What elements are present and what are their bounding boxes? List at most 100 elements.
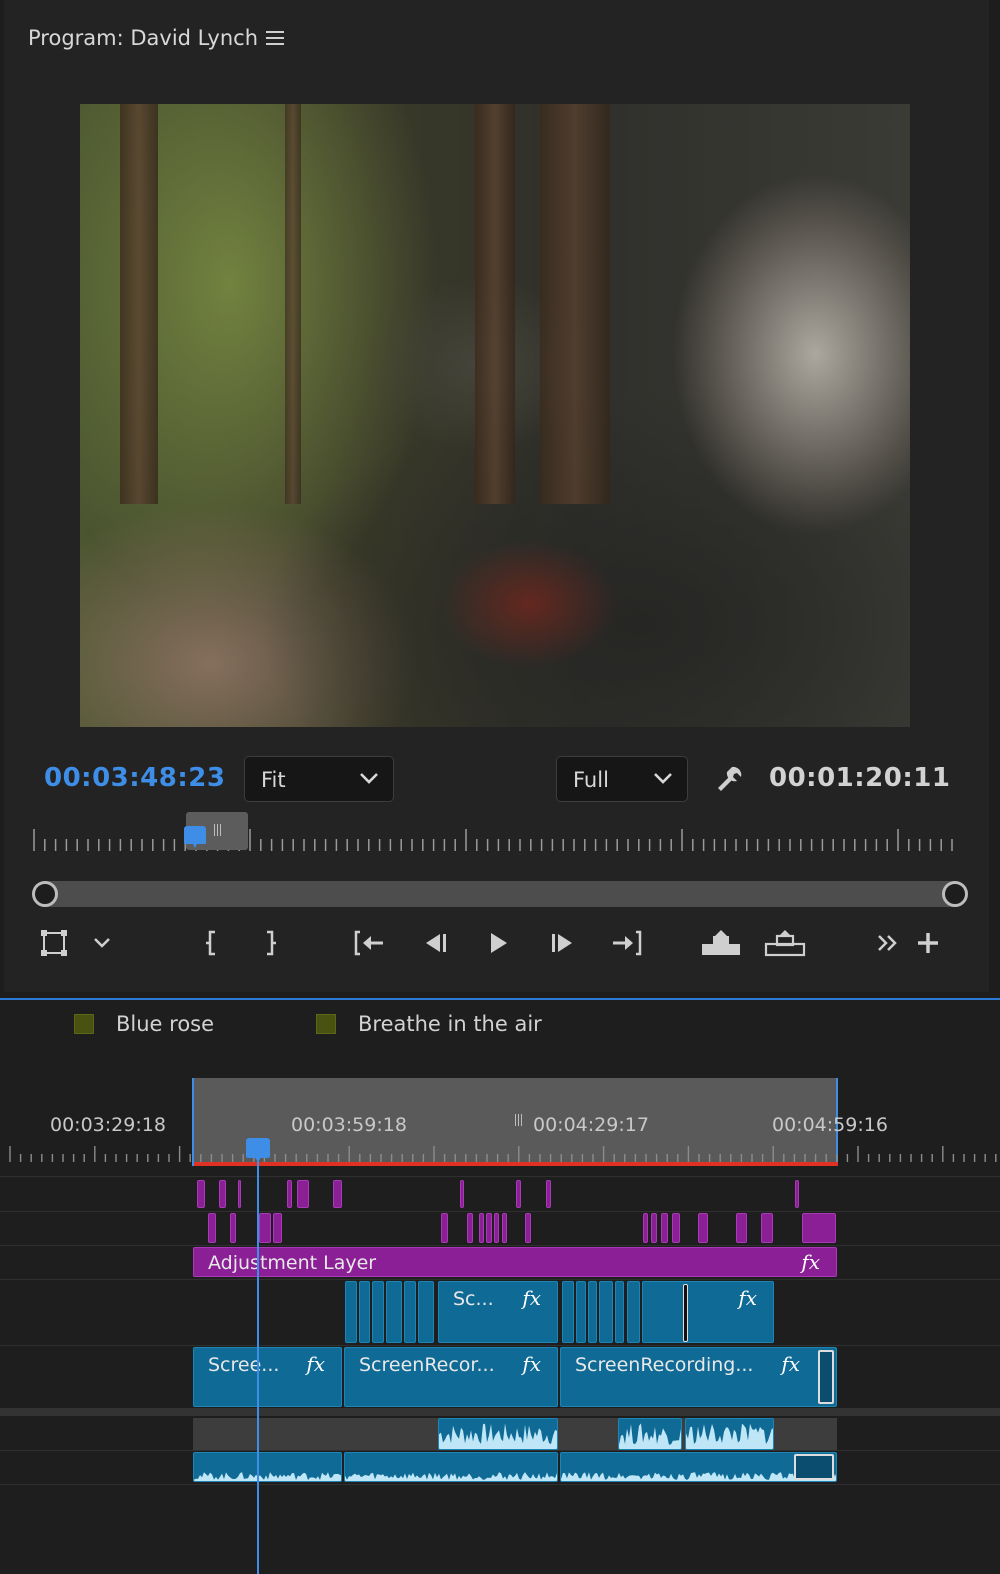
clip-screen-recording[interactable] — [576, 1281, 586, 1343]
clip-name: ScreenRecor... — [359, 1354, 495, 1376]
add-button-icon — [918, 933, 938, 953]
go-to-out-button[interactable] — [608, 926, 644, 960]
clip-screen-recording[interactable]: Scree... fx — [193, 1347, 342, 1407]
ruler-timecode-label: 00:04:59:16 — [772, 1114, 888, 1136]
clip-overlay[interactable] — [525, 1213, 531, 1243]
mark-out-button[interactable] — [252, 926, 288, 960]
clip-screen-recording[interactable] — [372, 1281, 384, 1343]
timeline-marker-breathe-in-the-air[interactable]: Breathe in the air — [316, 1012, 542, 1036]
clip-overlay[interactable] — [230, 1213, 236, 1243]
clip-overlay[interactable] — [460, 1180, 464, 1208]
audio-clip[interactable] — [685, 1418, 774, 1450]
button-settings-dropdown[interactable] — [84, 926, 120, 960]
clip-overlay[interactable] — [287, 1180, 292, 1208]
clip-adjustment-layer[interactable]: Adjustment Layer fx — [193, 1247, 837, 1277]
audio-clip[interactable] — [344, 1452, 558, 1482]
monitor-playhead[interactable] — [184, 826, 206, 848]
safe-margins-button[interactable] — [36, 926, 72, 960]
clip-screen-recording[interactable] — [345, 1281, 357, 1343]
clip-overlay[interactable] — [208, 1213, 216, 1243]
playback-resolution-dropdown[interactable]: Full — [556, 756, 688, 802]
clip-overlay[interactable] — [467, 1213, 473, 1243]
audio-clip[interactable] — [193, 1452, 342, 1482]
clip-overlay[interactable] — [486, 1213, 492, 1243]
mark-in-button[interactable] — [194, 926, 230, 960]
play-button[interactable] — [480, 926, 516, 960]
lift-button[interactable] — [700, 926, 742, 960]
wrench-icon[interactable] — [714, 764, 744, 794]
timeline-marker-blue-rose[interactable]: Blue rose — [74, 1012, 214, 1036]
clip-screen-recording[interactable] — [418, 1281, 434, 1343]
audio-transition[interactable] — [794, 1454, 834, 1480]
clip-overlay[interactable] — [238, 1180, 241, 1208]
clip-screen-recording[interactable]: Sc... fx — [438, 1281, 558, 1343]
fx-badge-icon: fx — [781, 1352, 800, 1376]
clip-overlay[interactable] — [273, 1213, 282, 1243]
monitor-time-ruler[interactable] — [30, 825, 960, 855]
clip-overlay[interactable] — [761, 1213, 773, 1243]
clip-overlay[interactable] — [651, 1213, 657, 1243]
clip-screen-recording[interactable] — [588, 1281, 597, 1343]
zoom-scrollbar-right-handle[interactable] — [942, 881, 968, 907]
extract-button[interactable] — [764, 926, 806, 960]
clip-overlay[interactable] — [197, 1180, 205, 1208]
clip-overlay[interactable] — [259, 1213, 271, 1243]
clip-screen-recording[interactable]: ScreenRecor... fx — [344, 1347, 558, 1407]
step-forward-icon — [552, 934, 572, 952]
clip-overlay[interactable] — [333, 1180, 342, 1208]
timeline-playhead[interactable] — [246, 1138, 270, 1162]
track-separator — [0, 1345, 1000, 1346]
monitor-zoom-scrollbar[interactable] — [34, 881, 964, 907]
clip-overlay[interactable] — [698, 1213, 708, 1243]
program-monitor-panel: Program: David Lynch 00:03:48:23 Fit Ful… — [4, 0, 989, 992]
fx-badge-icon: fx — [522, 1286, 541, 1310]
clip-screen-recording[interactable] — [599, 1281, 613, 1343]
clip-name: ScreenRecording... — [575, 1354, 754, 1376]
clip-overlay[interactable] — [802, 1213, 836, 1243]
audio-clip[interactable] — [560, 1452, 837, 1482]
clip-overlay[interactable] — [219, 1180, 226, 1208]
clip-overlay[interactable] — [643, 1213, 648, 1243]
clip-name: Sc... — [453, 1288, 494, 1310]
clip-screen-recording[interactable] — [562, 1281, 574, 1343]
clip-overlay[interactable] — [795, 1180, 799, 1208]
clip-overlay[interactable] — [736, 1213, 747, 1243]
clip-overlay[interactable] — [546, 1180, 551, 1208]
clip-overlay[interactable] — [502, 1213, 507, 1243]
clip-overlay[interactable] — [661, 1213, 668, 1243]
track-separator — [0, 1484, 1000, 1485]
zoom-scrollbar-left-handle[interactable] — [32, 881, 58, 907]
clip-screen-recording[interactable]: ScreenRecording... fx — [560, 1347, 837, 1407]
playback-resolution-value: Full — [573, 768, 609, 792]
more-controls-button[interactable] — [870, 926, 906, 960]
audio-clip[interactable] — [438, 1418, 558, 1450]
clip-screen-recording[interactable] — [627, 1281, 640, 1343]
clip-screen-recording[interactable] — [615, 1281, 624, 1343]
clip-end-transition[interactable] — [818, 1350, 834, 1404]
clip-screen-recording[interactable] — [404, 1281, 416, 1343]
fx-badge-icon: fx — [306, 1352, 325, 1376]
clip-overlay[interactable] — [516, 1180, 521, 1208]
clip-screen-recording[interactable]: fx — [642, 1281, 774, 1343]
clip-overlay[interactable] — [494, 1213, 499, 1243]
add-button[interactable] — [910, 926, 946, 960]
clip-overlay[interactable] — [479, 1213, 484, 1243]
current-timecode[interactable]: 00:03:48:23 — [44, 763, 225, 793]
clip-screen-recording[interactable] — [359, 1281, 370, 1343]
audio-clip[interactable] — [618, 1418, 682, 1450]
step-forward-button[interactable] — [544, 926, 580, 960]
clip-screen-recording[interactable] — [386, 1281, 402, 1343]
work-area-grip[interactable] — [515, 1114, 523, 1126]
more-icon — [878, 935, 897, 951]
clip-overlay[interactable] — [297, 1180, 309, 1208]
zoom-level-dropdown[interactable]: Fit — [244, 756, 394, 802]
go-to-in-button[interactable] — [352, 926, 388, 960]
panel-menu-icon[interactable] — [266, 27, 284, 49]
clip-overlay[interactable] — [441, 1213, 448, 1243]
clip-overlay[interactable] — [672, 1213, 680, 1243]
edit-point-handle[interactable] — [683, 1284, 688, 1342]
step-back-button[interactable] — [418, 926, 454, 960]
panel-title: Program: David Lynch — [28, 26, 259, 50]
lift-icon — [702, 930, 740, 955]
zoom-level-value: Fit — [261, 768, 286, 792]
